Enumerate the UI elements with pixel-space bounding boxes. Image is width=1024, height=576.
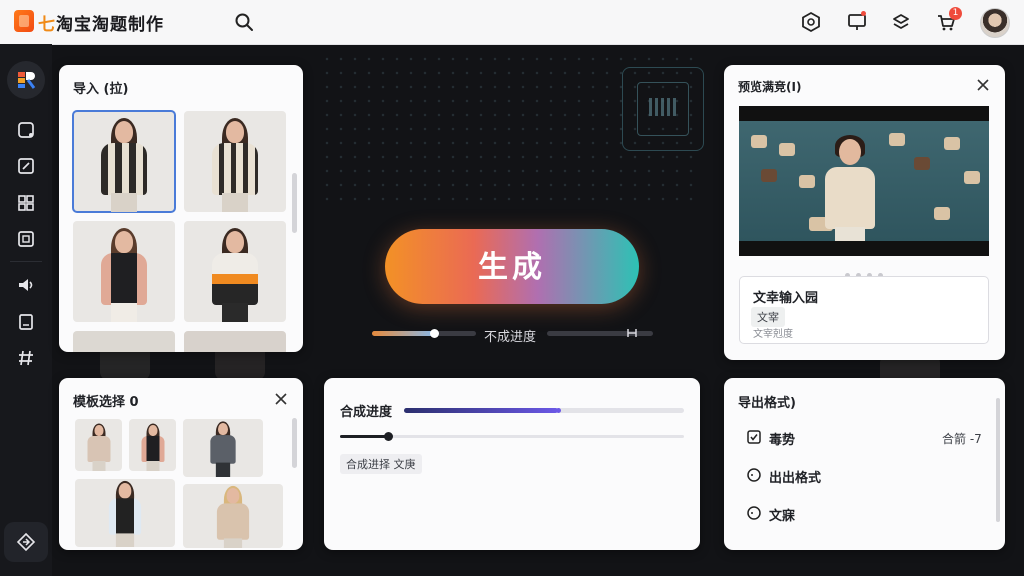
import-scrollbar[interactable] (292, 173, 297, 233)
text-box-hint: 文宰剋度 (753, 329, 793, 340)
synthesis-slider-knob[interactable] (384, 432, 394, 441)
export-option-label[interactable]: 出出格式 (769, 467, 821, 486)
generate-progress-knob[interactable] (430, 329, 440, 338)
export-panel-title: 导出格式) (738, 396, 796, 411)
monitor-alert-dot (861, 11, 866, 16)
decor-bag (799, 175, 815, 188)
template-panel: 模板选择 0 (59, 378, 303, 550)
speaker-icon[interactable] (16, 275, 36, 295)
text-box-tag[interactable]: 文宰 (751, 307, 785, 327)
image-frame-icon[interactable] (16, 229, 36, 249)
decor-bag (889, 133, 905, 146)
model-figure (205, 118, 265, 212)
skip-end-icon[interactable] (626, 327, 638, 339)
synthesis-progress-bar (404, 408, 684, 413)
template-thumbnail[interactable] (75, 419, 122, 471)
synthesis-slider-fill (340, 435, 389, 438)
import-thumbnail[interactable] (73, 331, 175, 352)
synthesis-slider[interactable] (340, 432, 684, 441)
app-title-prefix: 七 (38, 15, 56, 35)
decor-bag (914, 157, 930, 170)
decor-bag (944, 137, 960, 150)
hashtag-icon[interactable] (16, 348, 36, 368)
export-option-label[interactable]: 文寐 (769, 505, 795, 524)
import-panel: 导入 (拉) (59, 65, 303, 352)
synthesis-tag[interactable]: 合成进择 文庚 (340, 454, 422, 474)
template-thumbnail[interactable] (129, 419, 176, 471)
template-thumbnail[interactable] (183, 419, 263, 477)
text-input-box[interactable]: 文幸输入园 文宰 文宰剋度 (739, 276, 989, 344)
model-figure (87, 423, 110, 471)
radio-icon[interactable] (747, 468, 761, 482)
sidebar-divider (10, 261, 42, 262)
text-box-title: 文幸输入园 (753, 291, 819, 306)
model-figure (205, 228, 265, 322)
generate-progress-bar (372, 329, 476, 338)
preview-frame (739, 121, 989, 241)
synthesis-panel-title: 合成进度 (340, 405, 393, 420)
generate-button[interactable]: 生成 (385, 229, 639, 304)
sidebar-collapse-button[interactable] (4, 522, 48, 562)
decor-bag (964, 171, 980, 184)
synthesis-progress-fill (404, 408, 558, 413)
preview-panel-title: 预览满竞(I) (738, 80, 802, 94)
import-thumbnail[interactable] (184, 221, 286, 322)
decor-bag (751, 135, 767, 148)
shield-hex-icon[interactable] (800, 11, 822, 33)
radio-icon[interactable] (747, 506, 761, 520)
import-panel-title: 导入 (拉) (73, 82, 129, 97)
app-title: 七淘宝淘题制作 (38, 10, 164, 35)
sidebar-brand[interactable] (7, 61, 45, 99)
model-figure (104, 480, 146, 547)
template-panel-title: 模板选择 0 (73, 395, 139, 410)
brand-r-icon (18, 72, 36, 89)
preview-model-figure (823, 135, 877, 241)
top-bar: 七淘宝淘题制作 1 (0, 0, 1024, 45)
search-icon[interactable] (234, 12, 254, 32)
avatar[interactable] (980, 8, 1010, 38)
import-thumbnail[interactable] (184, 331, 286, 352)
model-figure (94, 228, 154, 322)
preview-video[interactable] (739, 106, 989, 256)
import-thumbnail[interactable] (72, 110, 176, 213)
document-icon[interactable] (16, 312, 36, 332)
app-logo-icon (14, 10, 34, 32)
notification-badge: 1 (949, 7, 962, 20)
template-thumbnail[interactable] (183, 484, 283, 548)
model-figure (94, 118, 154, 212)
import-thumbnail[interactable] (184, 111, 286, 212)
model-figure (141, 423, 164, 471)
model-figure (207, 421, 240, 477)
decor-bag (779, 143, 795, 156)
background-chip-frame (622, 67, 704, 151)
template-scrollbar[interactable] (292, 418, 297, 468)
close-icon[interactable] (976, 78, 990, 92)
checkbox-icon[interactable] (747, 430, 761, 444)
generate-progress-fill (372, 331, 435, 336)
close-icon[interactable] (274, 392, 288, 406)
export-option-value: 合箭 -7 (942, 432, 982, 446)
layers-icon[interactable] (890, 11, 912, 33)
template-thumbnail[interactable] (75, 479, 175, 547)
export-option-label[interactable]: 毒势 (769, 429, 795, 448)
decor-bag (934, 207, 950, 220)
crop-icon[interactable] (16, 120, 36, 140)
import-thumbnail[interactable] (73, 221, 175, 322)
model-figure (212, 485, 254, 548)
grid-icon[interactable] (16, 193, 36, 213)
decor-bag (761, 169, 777, 182)
app-title-rest: 淘宝淘题制作 (56, 15, 164, 35)
export-scrollbar[interactable] (996, 398, 1000, 522)
background-chip-bars (649, 98, 679, 116)
edit-icon[interactable] (16, 156, 36, 176)
export-panel: 导出格式) (724, 378, 1005, 550)
diamond-arrow-icon (16, 532, 36, 552)
synthesis-panel: 合成进度 合成进择 文庚 (324, 378, 700, 550)
synthesis-progress-marker (556, 408, 561, 413)
generate-progress-label: 不成进度 (484, 330, 537, 345)
